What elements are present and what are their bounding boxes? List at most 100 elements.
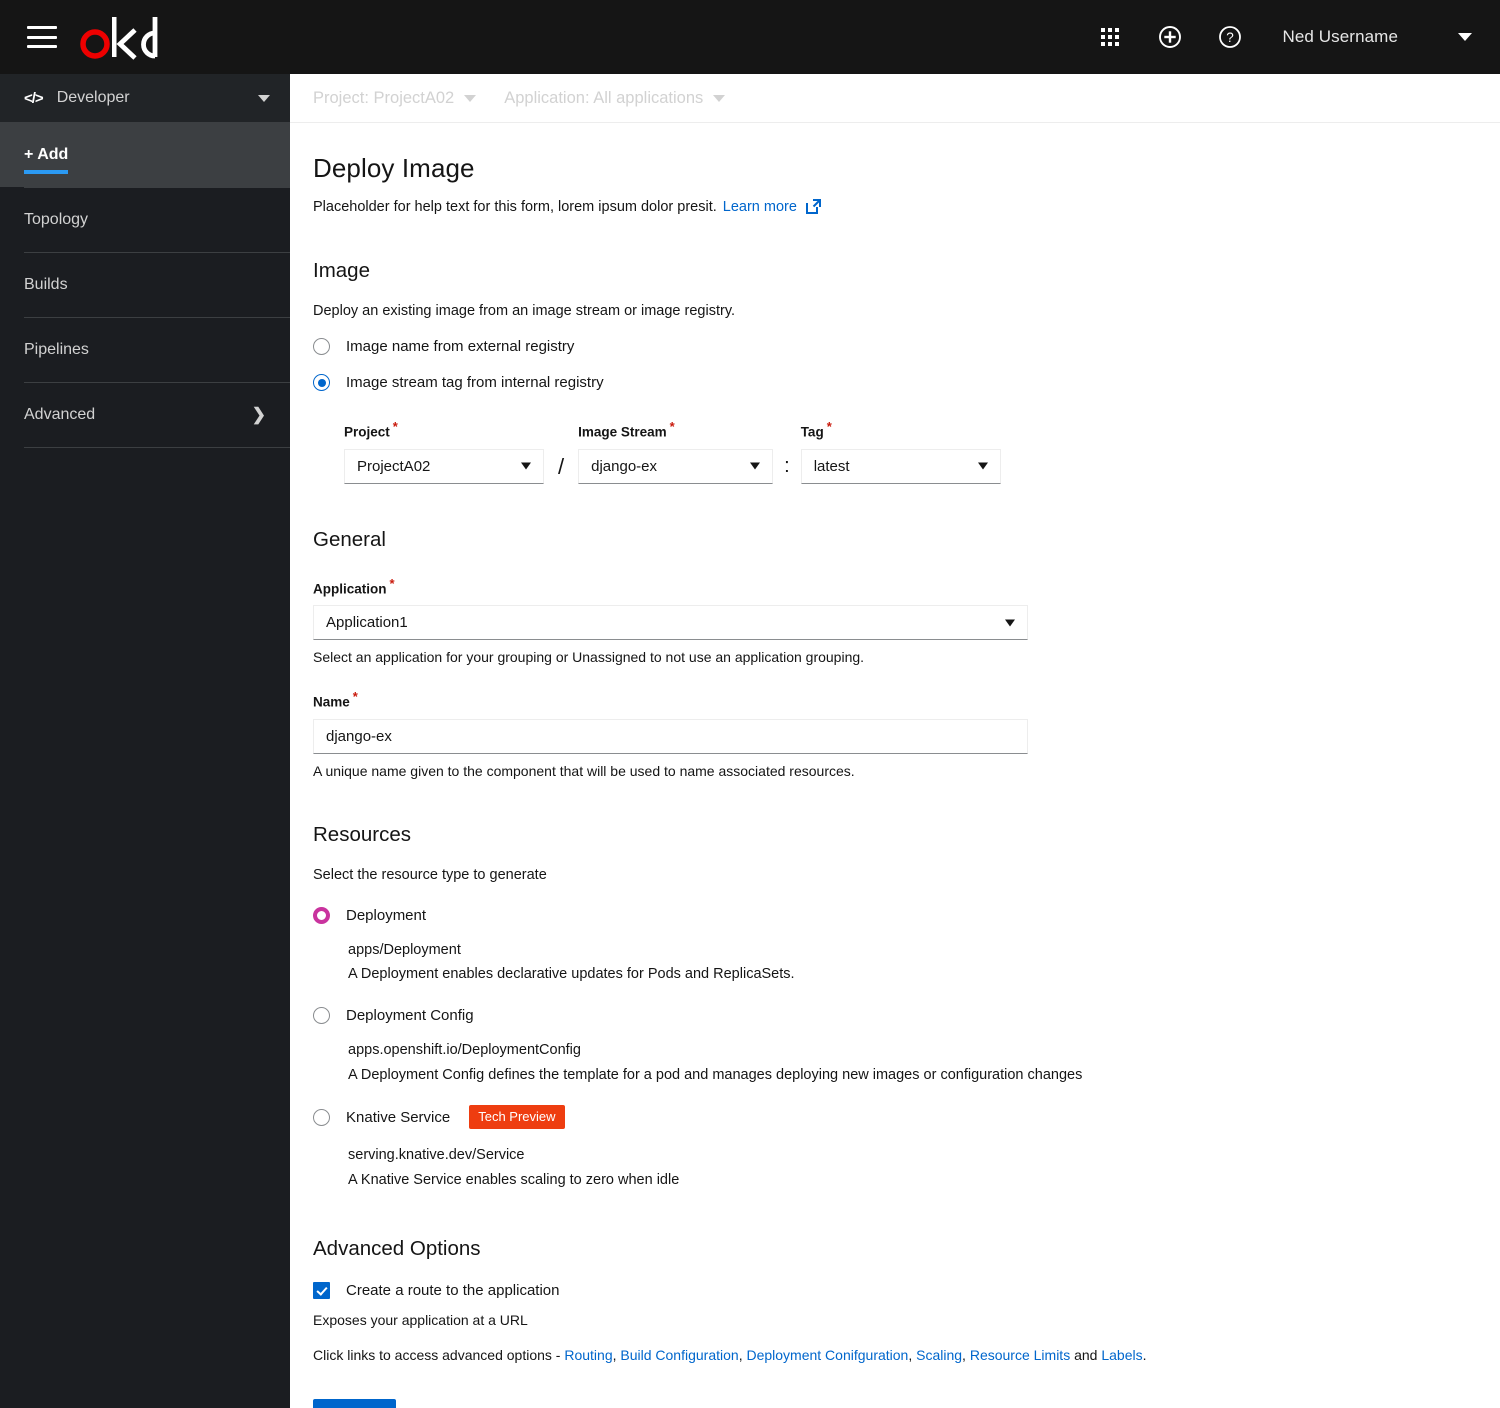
image-section-title: Image xyxy=(313,259,370,282)
link-labels[interactable]: Labels xyxy=(1101,1347,1142,1363)
colon-separator: : xyxy=(784,454,790,477)
name-helper-text: A unique name given to the component tha… xyxy=(313,762,855,779)
resource-option-knative-service[interactable]: Knative Service Tech Preview serving.kna… xyxy=(313,1105,1500,1193)
masthead: ? Ned Username xyxy=(0,0,1500,74)
radio-deployment-config[interactable]: Deployment Config xyxy=(313,1007,1500,1025)
resource-description: A Knative Service enables scaling to zer… xyxy=(348,1172,680,1189)
resource-api: apps/Deployment xyxy=(348,941,461,958)
sidebar-item-label: Builds xyxy=(24,275,68,293)
breadcrumb: Project: ProjectA02 Application: All app… xyxy=(290,74,1500,123)
perspective-switcher[interactable]: </> Developer xyxy=(0,74,290,122)
sidebar-divider xyxy=(24,447,290,448)
sidebar-item-label: Topology xyxy=(24,210,89,228)
chevron-down-icon xyxy=(464,94,477,102)
resources-section-title: Resources xyxy=(313,822,411,846)
hamburger-menu-icon[interactable] xyxy=(27,26,57,48)
application-field-label: Application * xyxy=(313,576,1500,597)
comma: , xyxy=(908,1347,917,1364)
radio-label: Image stream tag from internal registry xyxy=(346,374,604,391)
advanced-links-prefix: Click links to access advanced options - xyxy=(313,1347,565,1364)
main-content: Project: ProjectA02 Application: All app… xyxy=(290,74,1500,1408)
chevron-down-icon xyxy=(1005,619,1015,626)
label-text: Image Stream xyxy=(578,424,667,440)
name-field-label: Name * xyxy=(313,689,1500,710)
link-scaling[interactable]: Scaling xyxy=(916,1347,962,1363)
resource-api: apps.openshift.io/DeploymentConfig xyxy=(348,1042,581,1059)
required-asterisk: * xyxy=(352,689,358,704)
create-route-label: Create a route to the application xyxy=(346,1282,560,1300)
project-selector[interactable]: Project: ProjectA02 xyxy=(313,88,477,108)
okd-logo[interactable] xyxy=(79,11,169,63)
label-text: Application xyxy=(313,581,387,596)
link-resource-limits[interactable]: Resource Limits xyxy=(970,1347,1070,1363)
radio-deployment[interactable]: Deployment xyxy=(313,906,1500,924)
sidebar-item-topology[interactable]: Topology xyxy=(0,187,290,252)
masthead-actions: ? Ned Username xyxy=(1080,0,1482,74)
chevron-down-icon xyxy=(977,462,988,470)
name-field-group: Name* A unique name given to the compone… xyxy=(313,689,1500,779)
application-selector[interactable]: Application: All applications xyxy=(504,89,726,108)
chevron-down-icon xyxy=(521,462,531,470)
page-help-label: Placeholder for help text for this form,… xyxy=(313,198,717,215)
sidebar: </> Developer + Add Topology Builds Pipe… xyxy=(0,74,290,1408)
link-routing[interactable]: Routing xyxy=(564,1347,612,1363)
resource-detail: apps.openshift.io/DeploymentConfig A Dep… xyxy=(348,1038,1500,1088)
advanced-links-row: Click links to access advanced options -… xyxy=(313,1347,1500,1363)
perspective-label: Developer xyxy=(56,89,130,106)
links-suffix: . xyxy=(1142,1347,1147,1364)
chevron-down-icon[interactable] xyxy=(1458,33,1472,41)
radio-indicator xyxy=(313,1007,330,1025)
create-route-checkbox-row[interactable]: Create a route to the application xyxy=(313,1282,1500,1300)
image-stream-select[interactable]: django-ex xyxy=(578,448,774,484)
project-selector-label: Project: ProjectA02 xyxy=(313,88,455,107)
sidebar-item-pipelines[interactable]: Pipelines xyxy=(0,317,290,382)
learn-more-link[interactable]: Learn more xyxy=(723,199,797,215)
sidebar-item-add[interactable]: + Add xyxy=(0,122,290,187)
image-stream-field-group: Image Stream * django-ex xyxy=(578,419,774,484)
tech-preview-badge[interactable]: Tech Preview xyxy=(469,1105,565,1130)
project-select[interactable]: ProjectA02 xyxy=(344,448,544,484)
external-link-icon[interactable] xyxy=(805,198,822,215)
page-help-text: Placeholder for help text for this form,… xyxy=(313,198,1500,215)
comma: , xyxy=(962,1347,970,1364)
code-brackets-icon: </> xyxy=(24,89,44,107)
radio-indicator xyxy=(313,906,330,924)
plus-circle-icon[interactable] xyxy=(1140,0,1200,74)
resource-detail: serving.knative.dev/Service A Knative Se… xyxy=(348,1143,1500,1193)
application-field-group: Application * Application1 Select an appl… xyxy=(313,576,1500,665)
sidebar-item-label: Pipelines xyxy=(24,340,89,358)
slash-separator: / xyxy=(558,453,565,479)
question-circle-icon[interactable]: ? xyxy=(1200,0,1260,74)
required-asterisk: * xyxy=(389,575,395,591)
chevron-down-icon xyxy=(713,94,726,102)
tag-select[interactable]: latest xyxy=(800,448,1001,484)
resource-option-deployment[interactable]: Deployment apps/Deployment A Deployment … xyxy=(313,906,1500,988)
sidebar-item-builds[interactable]: Builds xyxy=(0,252,290,317)
resource-description: A Deployment enables declarative updates… xyxy=(348,966,795,983)
user-menu[interactable]: Ned Username xyxy=(1282,27,1398,47)
create-button[interactable]: Create xyxy=(313,1399,396,1408)
link-build-configuration[interactable]: Build Configuration xyxy=(620,1347,738,1363)
radio-label: Knative Service xyxy=(346,1108,451,1126)
chevron-down-icon xyxy=(750,462,761,470)
label-text: Tag xyxy=(800,424,824,440)
radio-external-registry[interactable]: Image name from external registry xyxy=(313,338,1500,355)
grid-apps-icon[interactable] xyxy=(1080,0,1140,74)
link-deployment-configuration[interactable]: Deployment Conifguration xyxy=(746,1347,908,1363)
radio-indicator xyxy=(313,338,330,355)
deploy-image-form: Deploy Image Placeholder for help text f… xyxy=(290,123,1500,1408)
name-input[interactable] xyxy=(313,718,1028,754)
tag-field-group: Tag * latest xyxy=(800,419,1001,484)
radio-knative-service[interactable]: Knative Service Tech Preview xyxy=(313,1105,1500,1130)
radio-internal-registry[interactable]: Image stream tag from internal registry xyxy=(313,374,1500,391)
sidebar-item-advanced[interactable]: Advanced ❯ xyxy=(0,382,290,447)
radio-label: Image name from external registry xyxy=(346,338,575,355)
application-select[interactable]: Application1 xyxy=(313,605,1028,640)
radio-label: Deployment xyxy=(346,906,427,924)
svg-text:?: ? xyxy=(1227,30,1235,45)
create-route-checkbox[interactable] xyxy=(313,1282,330,1300)
tag-field-label: Tag * xyxy=(801,419,1001,440)
resource-option-deployment-config[interactable]: Deployment Config apps.openshift.io/Depl… xyxy=(313,1007,1500,1088)
application-helper-text: Select an application for your grouping … xyxy=(313,649,865,665)
sidebar-item-label: Advanced xyxy=(24,405,96,423)
